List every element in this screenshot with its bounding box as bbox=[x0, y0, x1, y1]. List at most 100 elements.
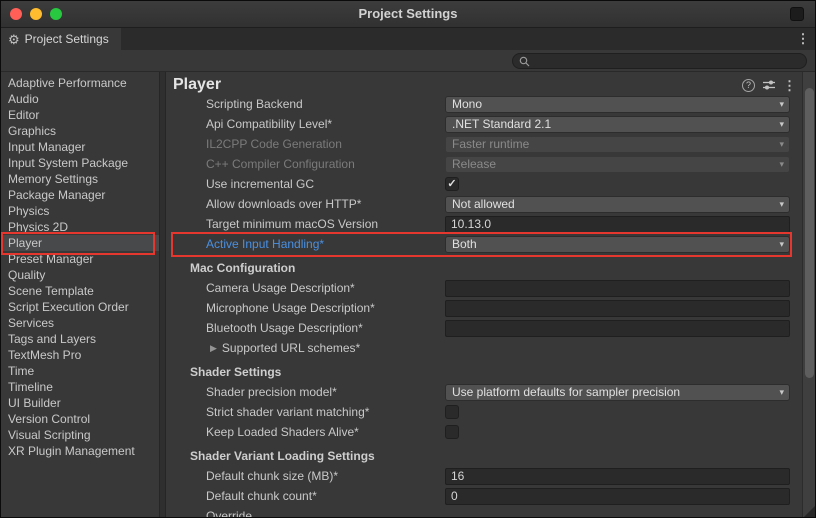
dropdown-api-compatibility-level[interactable]: .NET Standard 2.1▾ bbox=[445, 116, 790, 133]
settings-row-api-compatibility-level: Api Compatibility Level*.NET Standard 2.… bbox=[166, 114, 802, 134]
row-label: Allow downloads over HTTP* bbox=[166, 197, 445, 211]
settings-row-strict-shader-variant-matching: Strict shader variant matching* bbox=[166, 402, 802, 422]
sidebar-item-input-manager[interactable]: Input Manager bbox=[0, 139, 159, 155]
settings-row-camera-usage-description: Camera Usage Description* bbox=[166, 278, 802, 298]
field-camera-usage-description[interactable] bbox=[445, 280, 790, 297]
row-label: Scripting Backend bbox=[166, 97, 445, 111]
field-microphone-usage-description[interactable] bbox=[445, 300, 790, 317]
settings-row-supported-url-schemes: ▶Supported URL schemes* bbox=[166, 338, 802, 358]
player-settings-panel: Player ? ⋮ Scripting BackendMono▾Api Com… bbox=[166, 72, 802, 518]
settings-rows: Scripting BackendMono▾Api Compatibility … bbox=[166, 94, 802, 518]
sidebar-item-label: Editor bbox=[8, 108, 39, 122]
sidebar-item-label: Adaptive Performance bbox=[8, 76, 127, 90]
foldout-supported-url-schemes[interactable]: ▶Supported URL schemes* bbox=[166, 341, 360, 355]
row-label: Active Input Handling* bbox=[166, 237, 445, 251]
panel-header-icons: ? ⋮ bbox=[742, 79, 796, 92]
sidebar-item-label: UI Builder bbox=[8, 396, 61, 410]
dropdown-value: Use platform defaults for sampler precis… bbox=[452, 385, 779, 399]
tab-bar: ⚙ Project Settings ⋮ bbox=[0, 28, 816, 50]
sidebar-item-player[interactable]: Player bbox=[0, 235, 159, 251]
sidebar-item-editor[interactable]: Editor bbox=[0, 107, 159, 123]
sidebar-item-xr-plugin-management[interactable]: XR Plugin Management bbox=[0, 443, 159, 459]
resize-grip[interactable] bbox=[803, 505, 816, 518]
sidebar-item-preset-manager[interactable]: Preset Manager bbox=[0, 251, 159, 267]
sidebar-item-label: Services bbox=[8, 316, 54, 330]
settings-row-default-chunk-size-mb: Default chunk size (MB)* bbox=[166, 466, 802, 486]
sidebar-item-label: Player bbox=[8, 236, 42, 250]
search-field[interactable] bbox=[512, 53, 807, 69]
sidebar-item-label: Quality bbox=[8, 268, 45, 282]
scrollbar-thumb[interactable] bbox=[805, 88, 814, 378]
sidebar-item-time[interactable]: Time bbox=[0, 363, 159, 379]
sidebar-item-ui-builder[interactable]: UI Builder bbox=[0, 395, 159, 411]
row-label: Api Compatibility Level* bbox=[166, 117, 445, 131]
checkmark-icon: ✓ bbox=[447, 179, 456, 190]
section-title: Shader Variant Loading Settings bbox=[166, 449, 375, 463]
field-default-chunk-count[interactable] bbox=[445, 488, 790, 505]
dropdown-value: Not allowed bbox=[452, 197, 779, 211]
chevron-down-icon: ▾ bbox=[779, 200, 784, 209]
sidebar-item-input-system-package[interactable]: Input System Package bbox=[0, 155, 159, 171]
dropdown-value: .NET Standard 2.1 bbox=[452, 117, 779, 131]
presets-icon[interactable] bbox=[763, 79, 775, 91]
section-header-shader-variant-loading-settings: Shader Variant Loading Settings bbox=[166, 446, 802, 466]
sidebar-item-physics-2d[interactable]: Physics 2D bbox=[0, 219, 159, 235]
vertical-scrollbar[interactable] bbox=[802, 72, 816, 518]
sidebar-item-adaptive-performance[interactable]: Adaptive Performance bbox=[0, 75, 159, 91]
sidebar-item-audio[interactable]: Audio bbox=[0, 91, 159, 107]
sidebar-item-label: TextMesh Pro bbox=[8, 348, 81, 362]
zoom-window-button[interactable] bbox=[50, 8, 62, 20]
sidebar-item-textmesh-pro[interactable]: TextMesh Pro bbox=[0, 347, 159, 363]
checkbox-keep-loaded-shaders-alive[interactable] bbox=[445, 425, 459, 439]
field-default-chunk-size-mb[interactable] bbox=[445, 468, 790, 485]
sidebar-item-label: Scene Template bbox=[8, 284, 94, 298]
sidebar-item-physics[interactable]: Physics bbox=[0, 203, 159, 219]
settings-row-bluetooth-usage-description: Bluetooth Usage Description* bbox=[166, 318, 802, 338]
sidebar-item-quality[interactable]: Quality bbox=[0, 267, 159, 283]
checkbox-use-incremental-gc[interactable]: ✓ bbox=[445, 177, 459, 191]
sidebar-item-package-manager[interactable]: Package Manager bbox=[0, 187, 159, 203]
sidebar-item-scene-template[interactable]: Scene Template bbox=[0, 283, 159, 299]
field-bluetooth-usage-description[interactable] bbox=[445, 320, 790, 337]
sidebar-item-timeline[interactable]: Timeline bbox=[0, 379, 159, 395]
sidebar-item-label: Version Control bbox=[8, 412, 90, 426]
dropdown-scripting-backend[interactable]: Mono▾ bbox=[445, 96, 790, 113]
settings-row-allow-downloads-over-http: Allow downloads over HTTP*Not allowed▾ bbox=[166, 194, 802, 214]
dropdown-value: Both bbox=[452, 237, 779, 251]
sidebar-item-memory-settings[interactable]: Memory Settings bbox=[0, 171, 159, 187]
row-label: Default chunk count* bbox=[166, 489, 445, 503]
settings-row-target-minimum-macos-version: Target minimum macOS Version bbox=[166, 214, 802, 234]
settings-row-use-incremental-gc: Use incremental GC✓ bbox=[166, 174, 802, 194]
sidebar-item-services[interactable]: Services bbox=[0, 315, 159, 331]
row-label: C++ Compiler Configuration bbox=[166, 157, 445, 171]
search-input[interactable] bbox=[534, 55, 800, 67]
tab-project-settings[interactable]: ⚙ Project Settings bbox=[0, 28, 121, 50]
sidebar-item-graphics[interactable]: Graphics bbox=[0, 123, 159, 139]
settings-category-list: Adaptive PerformanceAudioEditor Graphics I… bbox=[0, 72, 159, 518]
sidebar-item-script-execution-order[interactable]: Script Execution Order bbox=[0, 299, 159, 315]
help-icon[interactable]: ? bbox=[742, 79, 755, 92]
dropdown-value: Faster runtime bbox=[452, 137, 779, 151]
sidebar-item-label: Visual Scripting bbox=[8, 428, 91, 442]
kebab-menu-icon[interactable]: ⋮ bbox=[795, 32, 811, 45]
sidebar-item-label: Input Manager bbox=[8, 140, 85, 154]
row-label: Shader precision model* bbox=[166, 385, 445, 399]
dropdown-allow-downloads-over-http[interactable]: Not allowed▾ bbox=[445, 196, 790, 213]
field-target-minimum-macos-version[interactable] bbox=[445, 216, 790, 233]
minimize-window-button[interactable] bbox=[30, 8, 42, 20]
sidebar-item-label: Physics bbox=[8, 204, 49, 218]
sidebar-item-tags-and-layers[interactable]: Tags and Layers bbox=[0, 331, 159, 347]
dropdown-shader-precision-model[interactable]: Use platform defaults for sampler precis… bbox=[445, 384, 790, 401]
row-label: Bluetooth Usage Description* bbox=[166, 321, 445, 335]
search-toolbar bbox=[0, 50, 816, 72]
search-icon bbox=[519, 56, 530, 67]
panel-splitter[interactable] bbox=[159, 72, 166, 518]
sidebar-item-version-control[interactable]: Version Control bbox=[0, 411, 159, 427]
dropdown-active-input-handling[interactable]: Both▾ bbox=[445, 236, 790, 253]
close-window-button[interactable] bbox=[10, 8, 22, 20]
kebab-menu-icon[interactable]: ⋮ bbox=[783, 79, 796, 92]
settings-row-default-chunk-count: Default chunk count* bbox=[166, 486, 802, 506]
sidebar-item-label: Graphics bbox=[8, 124, 56, 138]
checkbox-strict-shader-variant-matching[interactable] bbox=[445, 405, 459, 419]
sidebar-item-visual-scripting[interactable]: Visual Scripting bbox=[0, 427, 159, 443]
